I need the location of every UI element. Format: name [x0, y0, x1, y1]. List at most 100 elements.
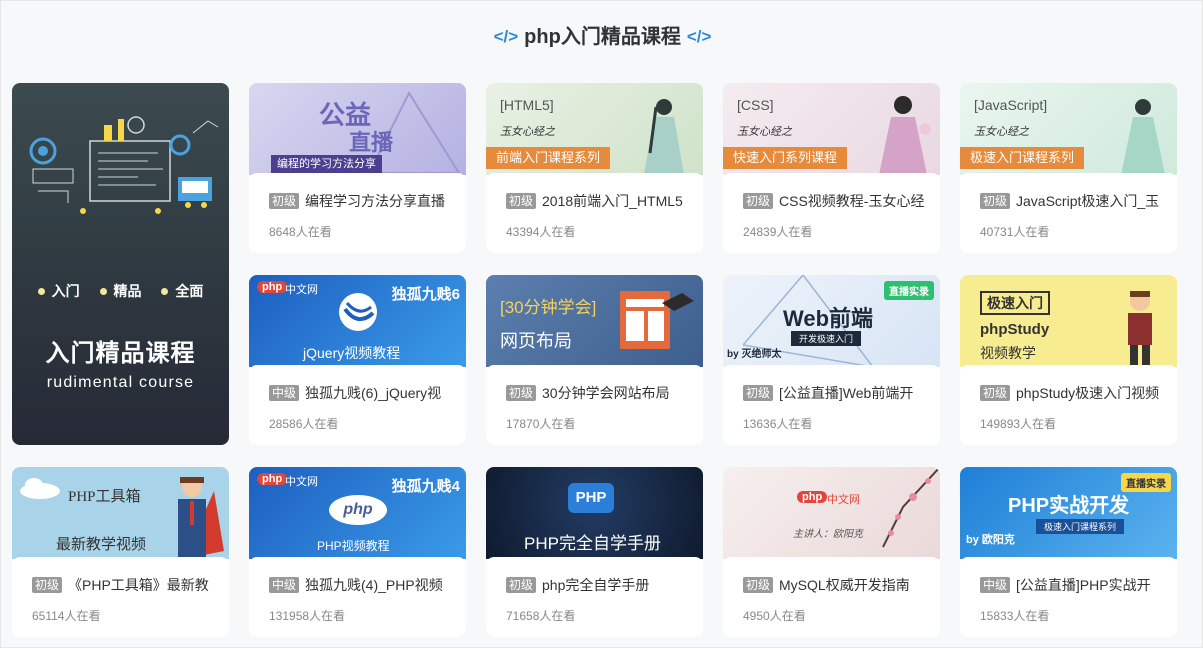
course-title: 30分钟学会网站布局: [542, 385, 670, 401]
plum-blossom-icon: [882, 467, 940, 548]
course-info: 初级 php完全自学手册 71658人在看: [486, 557, 703, 637]
series-label: 独孤九贱6: [391, 286, 460, 303]
course-thumbnail: php 中文网 主讲人：欧阳克: [723, 467, 940, 559]
course-card[interactable]: 极速入门 phpStudy 视频教学 初级 phpStudy极速入门视频 1498…: [960, 275, 1177, 445]
featured-subtitle: rudimental course: [46, 374, 195, 391]
course-name: 初级 《PHP工具箱》最新教: [32, 575, 222, 595]
section-title-text: php入门精品课程: [524, 26, 681, 48]
brand-logo: php: [257, 281, 288, 293]
level-badge: 中级: [269, 577, 300, 593]
course-name: 初级 phpStudy极速入门视频: [980, 383, 1170, 403]
level-badge: 初级: [743, 193, 774, 209]
level-badge: 初级: [506, 577, 537, 593]
course-card[interactable]: 直播实录 PHP实战开发 极速入门课程系列 by 欧阳克 中级 [公益直播]PHP…: [960, 467, 1177, 637]
course-card[interactable]: PHP PHP完全自学手册 初级 php完全自学手册 71658人在看: [486, 467, 703, 637]
thumb-title: 直播: [349, 130, 394, 155]
viewer-count: 149893人在看: [980, 417, 1057, 431]
viewer-count: 4950人在看: [743, 609, 806, 623]
course-card[interactable]: [HTML5] 玉女心经之 前端入门课程系列 初级 2018前端入门_HTML5 …: [486, 83, 703, 253]
course-title: 编程学习方法分享直播: [305, 193, 446, 209]
viewer-count: 13636人在看: [743, 417, 813, 431]
featured-tags: 入门 精品 全面: [12, 281, 229, 301]
thumb-tag: 快速入门系列课程: [723, 147, 848, 169]
brand-logo: php: [257, 473, 288, 485]
course-thumbnail: 极速入门 phpStudy 视频教学: [960, 275, 1177, 367]
thumb-subtitle: 最新教学视频: [56, 536, 147, 553]
course-thumbnail: php 中文网 独孤九贱6 jQuery视频教程: [249, 275, 466, 367]
course-info: 初级 [公益直播]Web前端开 13636人在看: [723, 365, 940, 445]
thumb-script: 玉女心经之: [974, 126, 1029, 138]
course-title: [公益直播]PHP实战开: [1016, 577, 1151, 593]
course-name: 初级 MySQL权威开发指南: [743, 575, 933, 595]
viewer-count: 40731人在看: [980, 225, 1050, 239]
course-title: php完全自学手册: [542, 577, 650, 593]
thumb-caption: PHP视频教程: [317, 539, 390, 553]
thumb-author: by 欧阳克: [966, 534, 1015, 546]
viewer-count: 65114人在看: [32, 609, 101, 623]
course-card[interactable]: [CSS] 玉女心经之 快速入门系列课程 初级 CSS视频教程-玉女心经 2483…: [723, 83, 940, 253]
superhero-icon: [178, 477, 224, 559]
course-name: 中级 独孤九贱(4)_PHP视频: [269, 575, 459, 595]
cloud-icon: [20, 478, 60, 499]
brand-text: 中文网: [827, 494, 860, 506]
viewer-count: 8648人在看: [269, 225, 332, 239]
course-name: 初级 [公益直播]Web前端开: [743, 383, 933, 403]
course-thumbnail: [CSS] 玉女心经之 快速入门系列课程: [723, 83, 940, 175]
thumb-speaker: 主讲人：欧阳克: [793, 529, 863, 540]
thumb-subtitle: 网页布局: [500, 331, 572, 351]
level-badge: 初级: [743, 385, 774, 401]
live-badge: 直播实录: [884, 281, 934, 300]
course-card[interactable]: php 中文网 独孤九贱4 php PHP视频教程 中级 独孤九贱(4)_PHP视…: [249, 467, 466, 637]
course-name: 中级 [公益直播]PHP实战开: [980, 575, 1170, 595]
course-thumbnail: PHP工具箱 最新教学视频: [12, 467, 229, 559]
browser-layout-icon: [620, 291, 694, 349]
course-thumbnail: 直播实录 PHP实战开发 极速入门课程系列 by 欧阳克: [960, 467, 1177, 559]
level-badge: 初级: [980, 385, 1011, 401]
course-card[interactable]: php 中文网 主讲人：欧阳克 初级 MySQL权威开发指南 4950人在看: [723, 467, 940, 637]
thumb-caption: 编程的学习方法分享: [271, 155, 382, 173]
woman-figure-icon: [644, 99, 684, 175]
course-title: 独孤九贱(6)_jQuery视: [305, 385, 442, 401]
course-title: JavaScript极速入门_玉: [1016, 193, 1160, 209]
course-thumbnail: 公益 直播 编程的学习方法分享: [249, 83, 466, 175]
viewer-count: 24839人在看: [743, 225, 813, 239]
course-card[interactable]: php 中文网 独孤九贱6 jQuery视频教程 中级 独孤九贱(6)_jQuer…: [249, 275, 466, 445]
featured-title: 入门精品课程: [45, 340, 196, 367]
thumb-subtitle: 开发极速入门: [791, 331, 862, 346]
thumb-title: PHP实战开发: [1008, 495, 1130, 517]
viewer-count: 131958人在看: [269, 609, 346, 623]
course-card[interactable]: [30分钟学会] 网页布局 初级 30分钟学会网站布局 17870人在看: [486, 275, 703, 445]
featured-card[interactable]: 入门 精品 全面 入门精品课程 rudimental course: [12, 83, 229, 445]
thumb-caption: jQuery视频教程: [303, 345, 401, 361]
level-badge: 初级: [32, 577, 63, 593]
viewer-count: 28586人在看: [269, 417, 339, 431]
level-badge: 初级: [743, 577, 774, 593]
course-name: 初级 编程学习方法分享直播: [269, 191, 459, 211]
series-label: 独孤九贱4: [391, 478, 460, 495]
level-badge: 初级: [980, 193, 1011, 209]
course-title: 2018前端入门_HTML5: [542, 193, 683, 209]
course-info: 初级 JavaScript极速入门_玉 40731人在看: [960, 173, 1177, 253]
viewer-count: 71658人在看: [506, 609, 576, 623]
thumb-tag: 极速入门课程系列: [960, 147, 1085, 169]
level-badge: 中级: [269, 385, 300, 401]
developer-illustration: [29, 116, 219, 214]
course-title: MySQL权威开发指南: [779, 577, 910, 593]
thumb-title: PHP工具箱: [68, 489, 141, 505]
brand-text: 中文网: [285, 476, 318, 488]
code-icon: </>: [493, 27, 519, 46]
course-info: 初级 编程学习方法分享直播 8648人在看: [249, 173, 466, 253]
thumb-title: Web前端: [783, 306, 874, 331]
course-card[interactable]: PHP工具箱 最新教学视频 初级 《PHP工具箱》最新教 65114人在看: [12, 467, 229, 637]
level-badge: 初级: [269, 193, 300, 209]
featured-tag: 精品: [100, 283, 142, 299]
course-card[interactable]: 公益 直播 编程的学习方法分享 初级 编程学习方法分享直播 8648人在看: [249, 83, 466, 253]
course-name: 初级 JavaScript极速入门_玉: [980, 191, 1170, 211]
thumb-bracket: [JavaScript]: [974, 97, 1048, 113]
php-logo-icon: php: [329, 495, 387, 525]
course-info: 初级 2018前端入门_HTML5 43394人在看: [486, 173, 703, 253]
course-card[interactable]: 直播实录 Web前端 开发极速入门 by 灭绝师太 初级 [公益直播]Web前端开…: [723, 275, 940, 445]
course-card[interactable]: [JavaScript] 玉女心经之 极速入门课程系列 初级 JavaScript…: [960, 83, 1177, 253]
level-badge: 中级: [980, 577, 1011, 593]
featured-tag: 入门: [38, 283, 80, 299]
